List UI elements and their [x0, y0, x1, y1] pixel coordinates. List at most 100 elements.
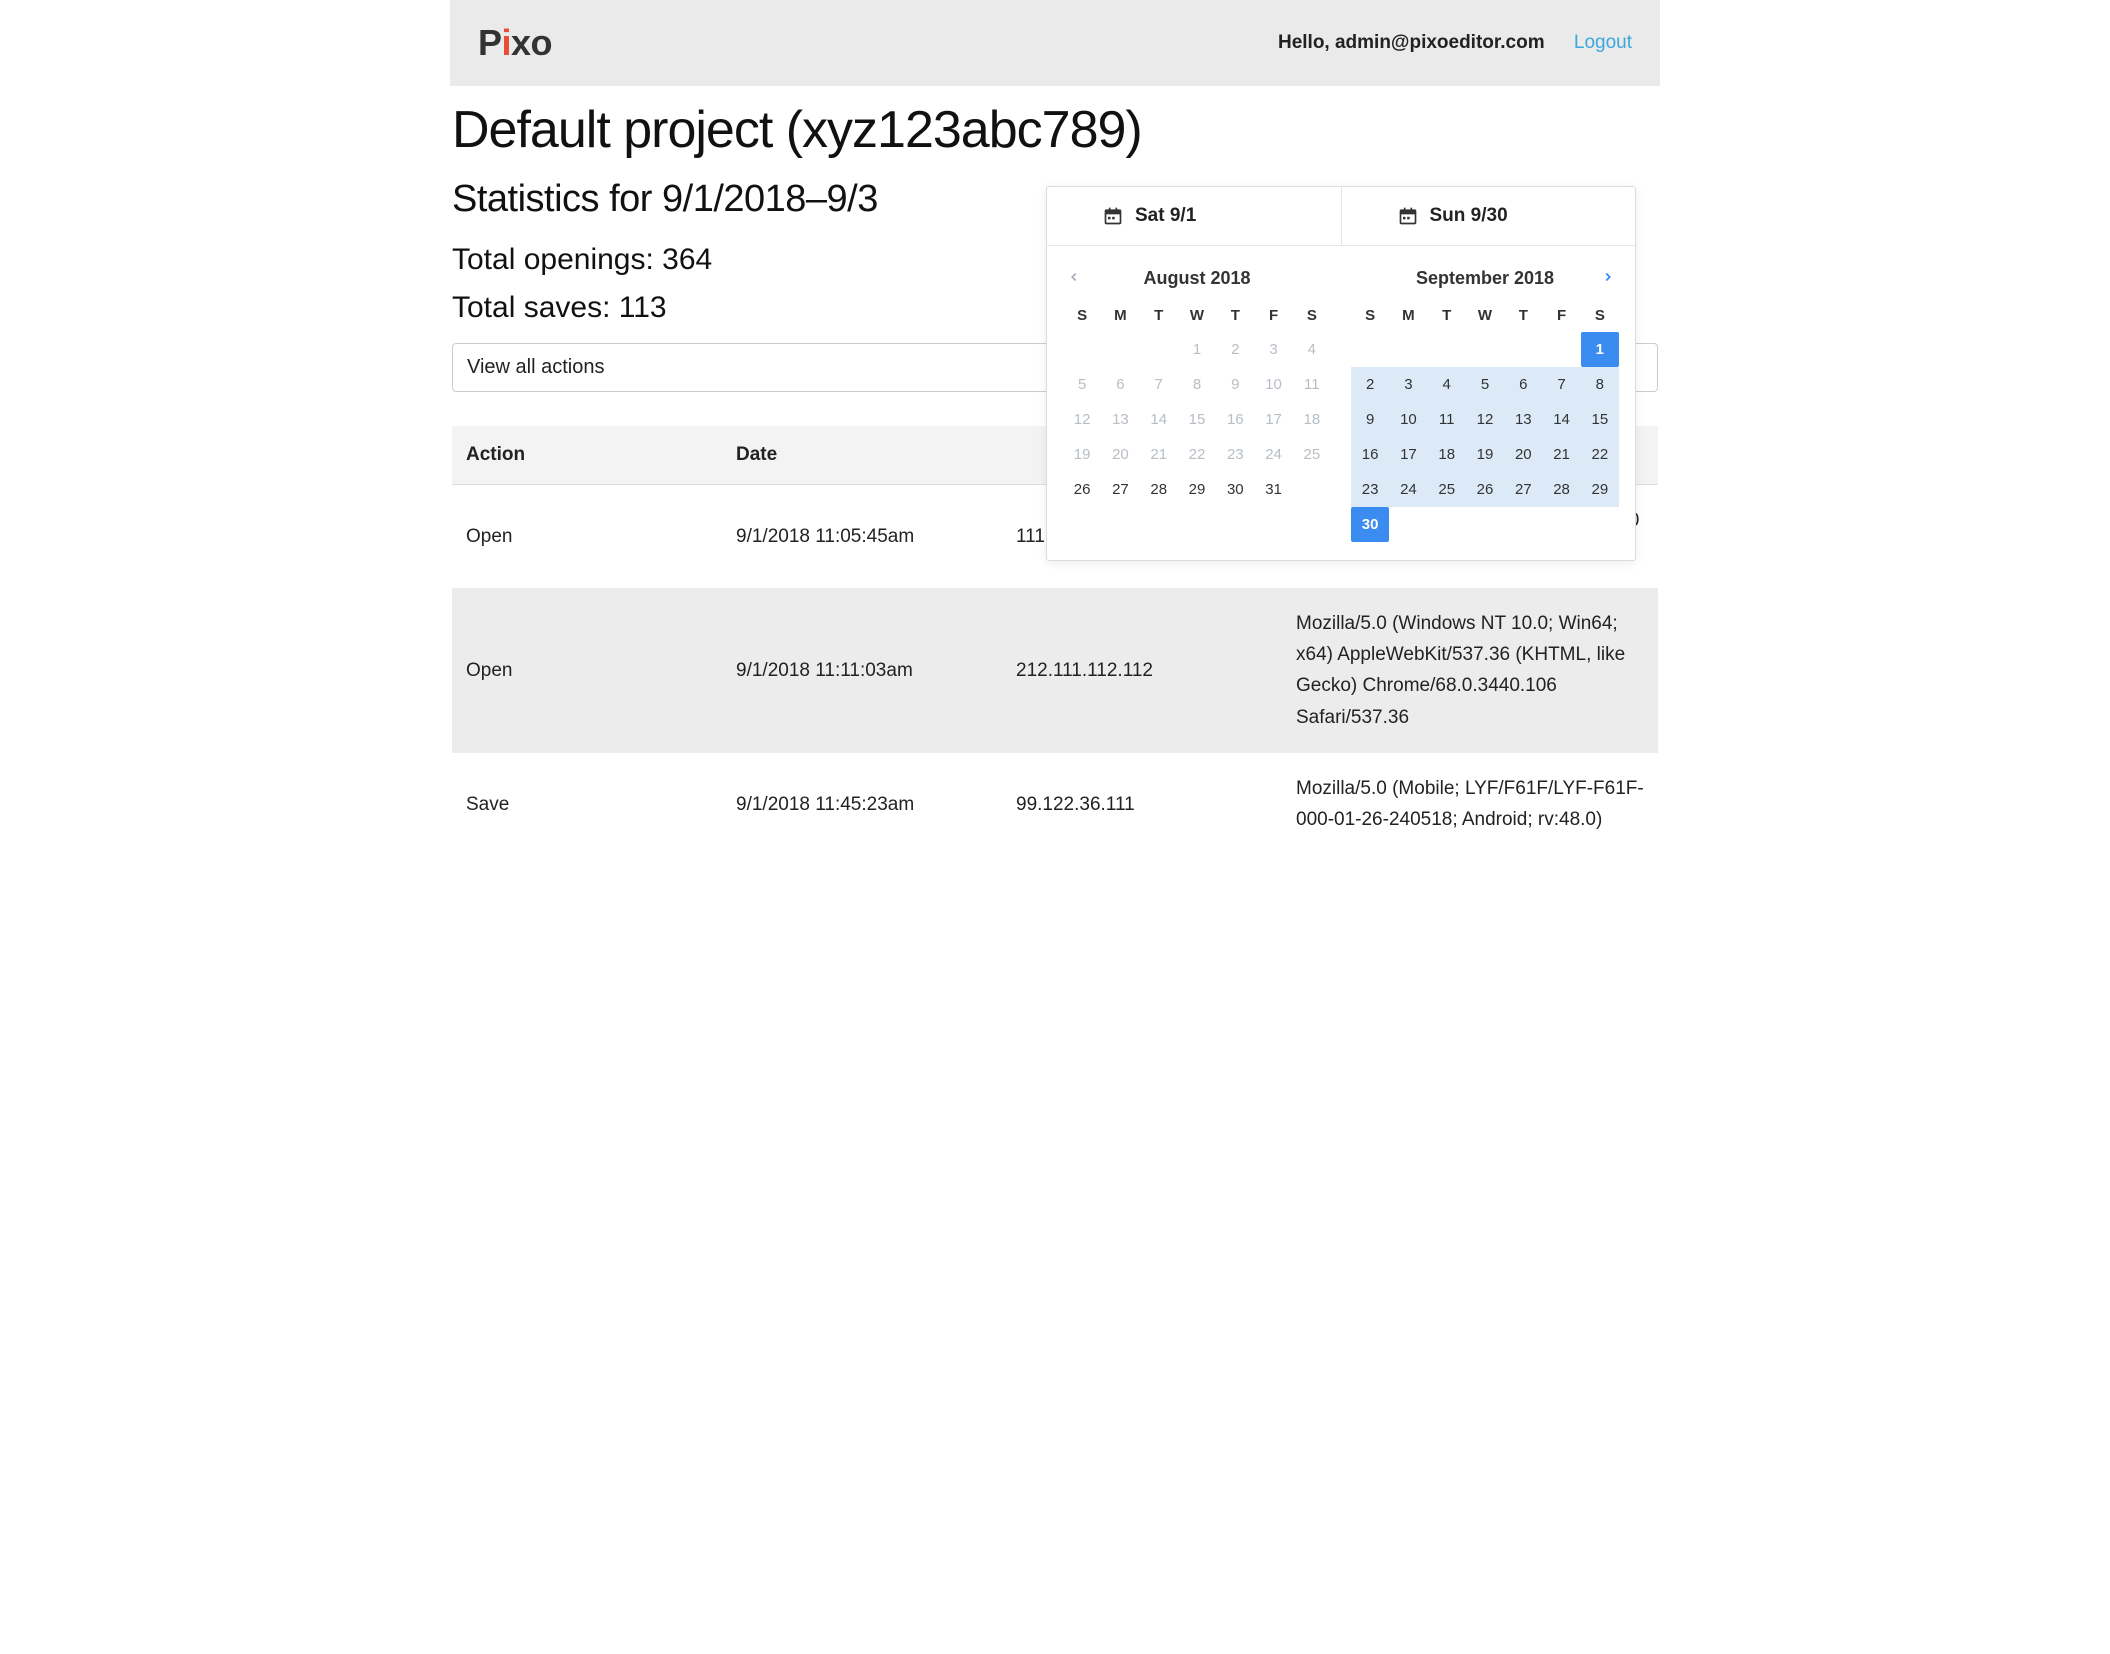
calendar-day[interactable]: 13 [1504, 402, 1542, 437]
calendar-day[interactable]: 6 [1101, 367, 1139, 402]
calendar-dow: S [1063, 302, 1101, 332]
calendar-day[interactable]: 3 [1389, 367, 1427, 402]
calendar-day[interactable]: 2 [1216, 332, 1254, 367]
cell-ua: Mozilla/5.0 (Windows NT 10.0; Win64; x64… [1282, 588, 1658, 753]
calendar-day[interactable]: 10 [1389, 402, 1427, 437]
table-row: Save9/1/2018 11:45:23am99.122.36.111Mozi… [452, 753, 1658, 856]
calendar-day[interactable]: 25 [1293, 437, 1331, 472]
cell-action: Save [452, 753, 722, 856]
calendar-dow: M [1389, 302, 1427, 332]
greeting-text: Hello, admin@pixoeditor.com [1278, 32, 1545, 53]
calendar-dow: W [1466, 302, 1504, 332]
calendar-day[interactable]: 27 [1504, 472, 1542, 507]
logout-link[interactable]: Logout [1574, 32, 1632, 53]
calendar-day[interactable]: 15 [1178, 402, 1216, 437]
calendar-grid: SMTWTFS123456789101112131415161718192021… [1063, 302, 1331, 507]
calendar-day[interactable]: 24 [1389, 472, 1427, 507]
calendar-day[interactable]: 28 [1542, 472, 1580, 507]
cell-ua: Mozilla/5.0 (Mobile; LYF/F61F/LYF-F61F-0… [1282, 753, 1658, 856]
calendar-day[interactable]: 26 [1466, 472, 1504, 507]
calendar-day[interactable]: 16 [1216, 402, 1254, 437]
calendar-month-title: August 2018 [1143, 268, 1250, 289]
calendar-month-head: September 2018 [1351, 264, 1619, 292]
calendar-month-title: September 2018 [1416, 268, 1554, 289]
calendar-dow: T [1428, 302, 1466, 332]
calendar-day[interactable]: 9 [1216, 367, 1254, 402]
logo-text-2: xo [511, 22, 552, 63]
calendar-day[interactable]: 30 [1216, 472, 1254, 507]
calendar-next-button[interactable] [1597, 266, 1619, 288]
calendar-day[interactable]: 14 [1542, 402, 1580, 437]
calendar-day[interactable]: 25 [1428, 472, 1466, 507]
calendar-day[interactable]: 21 [1542, 437, 1580, 472]
cell-action: Open [452, 485, 722, 588]
top-header: Pixo Hello, admin@pixoeditor.com Logout [450, 0, 1660, 86]
calendar-day[interactable]: 24 [1254, 437, 1292, 472]
total-saves-value: 113 [619, 291, 667, 324]
calendar-prev-button[interactable] [1063, 266, 1085, 288]
calendar-day[interactable]: 4 [1293, 332, 1331, 367]
cell-date: 9/1/2018 11:11:03am [722, 588, 1002, 753]
total-saves-label: Total saves: [452, 291, 619, 324]
calendar-day[interactable]: 7 [1542, 367, 1580, 402]
calendar-day[interactable]: 1 [1581, 332, 1619, 367]
logo: Pixo [478, 22, 552, 64]
calendar-day[interactable]: 20 [1101, 437, 1139, 472]
project-title: Default project (xyz123abc789) [452, 100, 1658, 160]
calendar-day[interactable]: 23 [1351, 472, 1389, 507]
calendar-day[interactable]: 22 [1581, 437, 1619, 472]
cell-ip: 99.122.36.111 [1002, 753, 1282, 856]
calendar-day[interactable]: 28 [1140, 472, 1178, 507]
daterange-start-label: Sat 9/1 [1135, 205, 1196, 227]
calendar-day[interactable]: 20 [1504, 437, 1542, 472]
calendar-day[interactable]: 5 [1466, 367, 1504, 402]
calendar-dow: F [1542, 302, 1580, 332]
calendar-day[interactable]: 21 [1140, 437, 1178, 472]
calendar-day[interactable]: 13 [1101, 402, 1139, 437]
calendar-day[interactable]: 8 [1581, 367, 1619, 402]
calendar-day[interactable]: 11 [1293, 367, 1331, 402]
calendar-day[interactable]: 9 [1351, 402, 1389, 437]
logo-accent: i [502, 22, 512, 63]
calendar-day[interactable]: 2 [1351, 367, 1389, 402]
calendar-day[interactable]: 18 [1293, 402, 1331, 437]
daterange-end[interactable]: Sun 9/30 [1341, 187, 1636, 245]
calendar-dow: T [1216, 302, 1254, 332]
col-action: Action [452, 426, 722, 485]
calendar-day[interactable]: 10 [1254, 367, 1292, 402]
calendar-day[interactable]: 29 [1178, 472, 1216, 507]
calendar-day[interactable]: 19 [1466, 437, 1504, 472]
calendar-day[interactable]: 19 [1063, 437, 1101, 472]
calendar-day[interactable]: 8 [1178, 367, 1216, 402]
calendar-day[interactable]: 14 [1140, 402, 1178, 437]
calendar-day[interactable]: 11 [1428, 402, 1466, 437]
calendar-day[interactable]: 30 [1351, 507, 1389, 542]
calendar-day[interactable]: 12 [1466, 402, 1504, 437]
calendar-day[interactable]: 31 [1254, 472, 1292, 507]
calendar-day[interactable]: 4 [1428, 367, 1466, 402]
table-row: Open9/1/2018 11:11:03am212.111.112.112Mo… [452, 588, 1658, 753]
calendar-day[interactable]: 18 [1428, 437, 1466, 472]
calendar-grid: SMTWTFS123456789101112131415161718192021… [1351, 302, 1619, 542]
header-right: Hello, admin@pixoeditor.com Logout [1278, 32, 1632, 54]
calendar-day[interactable]: 22 [1178, 437, 1216, 472]
calendar-day[interactable]: 1 [1178, 332, 1216, 367]
daterange-start[interactable]: Sat 9/1 [1047, 187, 1341, 245]
calendar-day[interactable]: 15 [1581, 402, 1619, 437]
calendar-day[interactable]: 12 [1063, 402, 1101, 437]
calendar-day[interactable]: 17 [1254, 402, 1292, 437]
daterange-end-label: Sun 9/30 [1430, 205, 1508, 227]
calendar-day[interactable]: 26 [1063, 472, 1101, 507]
calendar-day[interactable]: 23 [1216, 437, 1254, 472]
calendar-day[interactable]: 6 [1504, 367, 1542, 402]
calendar-day[interactable]: 3 [1254, 332, 1292, 367]
col-date: Date [722, 426, 1002, 485]
calendar-day[interactable]: 29 [1581, 472, 1619, 507]
calendar-day[interactable]: 27 [1101, 472, 1139, 507]
calendar-day[interactable]: 5 [1063, 367, 1101, 402]
calendar-day[interactable]: 7 [1140, 367, 1178, 402]
calendar-dow: F [1254, 302, 1292, 332]
calendar-day[interactable]: 17 [1389, 437, 1427, 472]
calendar-day[interactable]: 16 [1351, 437, 1389, 472]
calendar-dow: S [1581, 302, 1619, 332]
